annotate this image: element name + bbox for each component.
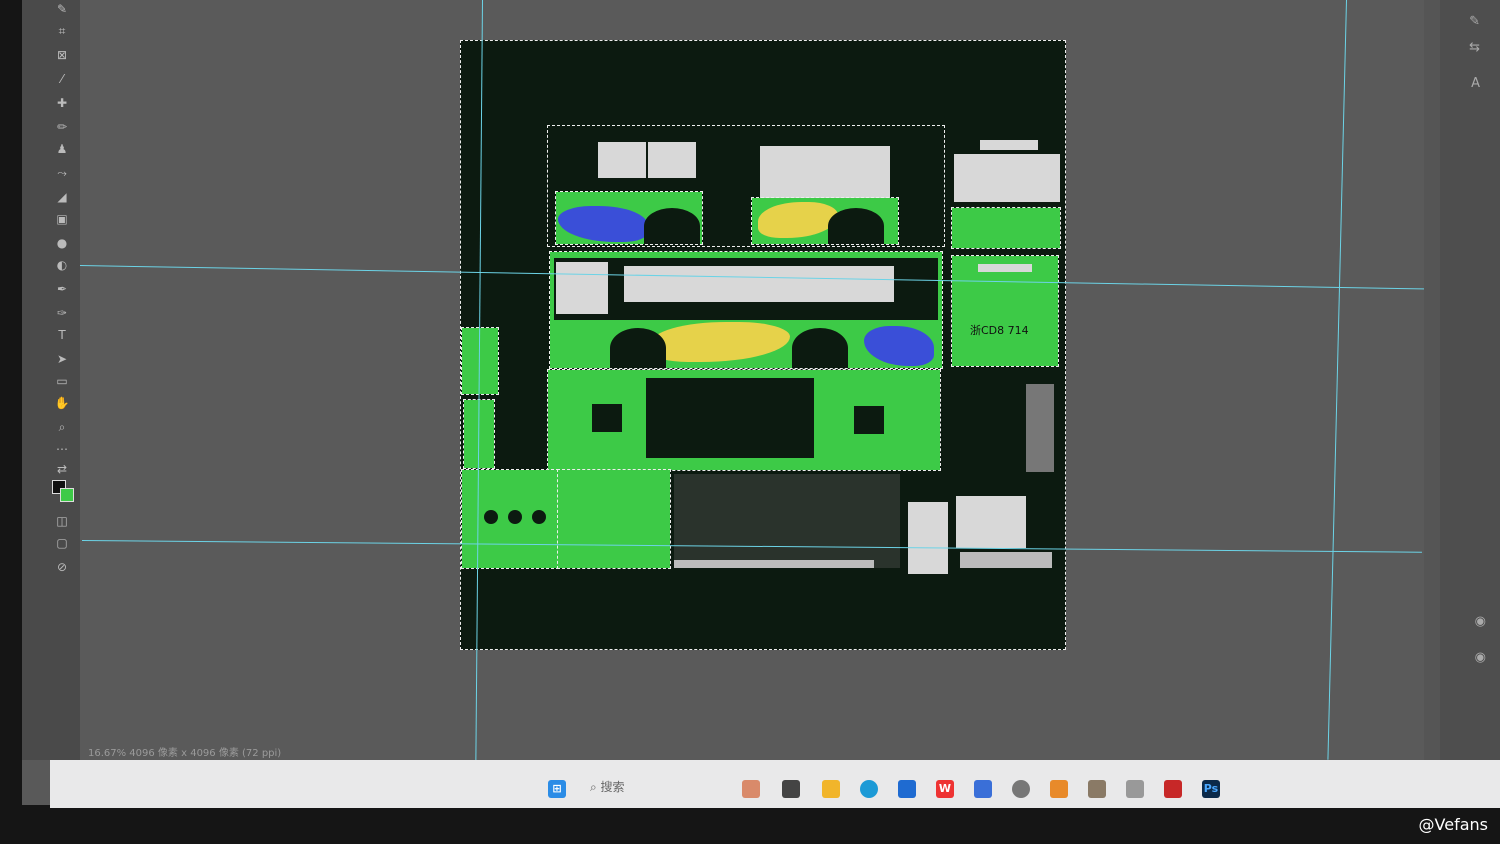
eraser-tool-icon[interactable]: ◢: [54, 190, 70, 204]
uv-window-group: [760, 146, 890, 198]
acrobat-icon[interactable]: [1164, 780, 1182, 798]
uv-rear-window: [954, 154, 1060, 202]
artboard-icon[interactable]: ⊘: [54, 560, 70, 574]
windows-taskbar: [50, 760, 1500, 808]
taskbar-search[interactable]: ⌕ 搜索: [590, 778, 690, 798]
uv-strip: [960, 552, 1052, 568]
blur-tool-icon[interactable]: ●: [54, 236, 70, 250]
roof-vent: [854, 406, 884, 434]
uv-plain-panel: [557, 469, 671, 569]
status-bar: 16.67% 4096 像素 x 4096 像素 (72 ppi): [88, 748, 282, 759]
wheel-arch: [610, 328, 666, 368]
document-canvas[interactable]: 浙CD8 714: [460, 40, 1066, 650]
tools-panel: ✎ ⌗ ⊠ ⁄ ✚ ✏ ♟ ⤳ ◢ ▣ ● ◐ ✒ ✑ T ➤ ▭ ✋ ⌕ ⋯ …: [22, 0, 80, 760]
zoom-tool-icon[interactable]: ⌕: [54, 420, 70, 434]
uv-rear-face: [951, 255, 1059, 367]
wheel-arch: [828, 208, 884, 244]
uv-bumper-strip: [674, 560, 874, 568]
visibility-eye-icon[interactable]: ◉: [1475, 650, 1486, 665]
wheel-arch: [792, 328, 848, 368]
brush-settings-icon[interactable]: ✎: [1469, 14, 1480, 29]
gradient-tool-icon[interactable]: ▣: [54, 212, 70, 226]
path-select-icon[interactable]: ➤: [54, 352, 70, 366]
rear-sign: [978, 264, 1032, 272]
watermark: @Vefans: [1418, 815, 1488, 834]
roof-hatch: [646, 378, 814, 458]
widgets-icon[interactable]: [742, 780, 760, 798]
pen-tool-icon[interactable]: ✒: [54, 282, 70, 296]
task-view-icon[interactable]: [782, 780, 800, 798]
rectangle-tool-icon[interactable]: ▭: [54, 374, 70, 388]
fan-icon: [532, 510, 546, 524]
frame-tool-icon[interactable]: ⊠: [54, 48, 70, 62]
uv-mirror-part: [956, 496, 1026, 548]
uv-window: [598, 142, 646, 178]
adjust-icon[interactable]: ⇆: [1469, 40, 1480, 55]
fan-icon: [508, 510, 522, 524]
search-label: 搜索: [600, 780, 625, 794]
chrome-icon[interactable]: [1012, 780, 1030, 798]
license-plate: 浙CD8 714: [970, 324, 1029, 337]
visibility-eye-icon[interactable]: ◉: [1475, 614, 1486, 629]
scrollbar-vertical[interactable]: [1424, 0, 1440, 760]
eyedropper-tool-icon[interactable]: ⁄: [54, 72, 70, 86]
uv-window-row: [624, 266, 894, 302]
windows-start-icon[interactable]: ⊞: [548, 780, 566, 798]
uv-grey-parts: [1026, 384, 1054, 472]
uv-window: [648, 142, 696, 178]
hand-tool-icon[interactable]: ✋: [54, 396, 70, 410]
crop-tool-icon[interactable]: ⌗: [54, 24, 70, 38]
uv-engine-detail: [674, 474, 900, 568]
lasso-tool-icon[interactable]: ✎: [54, 2, 70, 16]
right-panels: ✎ ⇆ A ◉ ◉: [1440, 0, 1500, 760]
character-icon[interactable]: A: [1471, 76, 1480, 91]
office-icon[interactable]: [1050, 780, 1068, 798]
app-icon[interactable]: [1126, 780, 1144, 798]
uv-roof-strip: [980, 140, 1038, 150]
dodge-tool-icon[interactable]: ◐: [54, 258, 70, 272]
app-icon[interactable]: [1088, 780, 1106, 798]
screen-mode-icon[interactable]: ▢: [54, 536, 70, 550]
fan-icon: [484, 510, 498, 524]
swap-colors-icon[interactable]: ⇄: [54, 462, 70, 476]
brush-tool-icon[interactable]: ✏: [54, 120, 70, 134]
store-icon[interactable]: [974, 780, 992, 798]
background-color-swatch[interactable]: [60, 488, 74, 502]
photoshop-icon[interactable]: Ps: [1202, 780, 1220, 798]
healing-brush-icon[interactable]: ✚: [54, 96, 70, 110]
mail-icon[interactable]: [898, 780, 916, 798]
uv-mirror-part: [908, 502, 948, 574]
history-brush-icon[interactable]: ⤳: [54, 166, 70, 180]
wheel-arch: [644, 208, 700, 244]
quick-mask-icon[interactable]: ◫: [54, 514, 70, 528]
edge-icon[interactable]: [860, 780, 878, 798]
uv-window: [556, 262, 608, 314]
pen-tool-alt-icon[interactable]: ✑: [54, 306, 70, 320]
wps-icon[interactable]: W: [936, 780, 954, 798]
roof-vent: [592, 404, 622, 432]
uv-front-lower: [951, 207, 1061, 249]
more-tools-icon[interactable]: ⋯: [54, 442, 70, 456]
stamp-tool-icon[interactable]: ♟: [54, 142, 70, 156]
file-explorer-icon[interactable]: [822, 780, 840, 798]
type-tool-icon[interactable]: T: [54, 328, 70, 342]
